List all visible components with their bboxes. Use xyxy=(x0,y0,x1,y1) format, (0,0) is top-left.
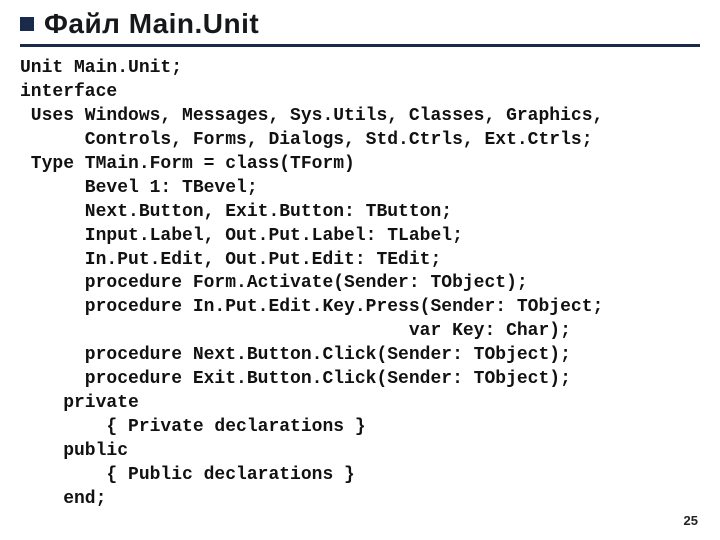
code-line: procedure Form.Activate(Sender: TObject)… xyxy=(20,273,528,293)
code-line: procedure Exit.Button.Click(Sender: TObj… xyxy=(20,369,571,389)
code-line: private xyxy=(20,393,139,413)
code-line: procedure In.Put.Edit.Key.Press(Sender: … xyxy=(20,297,603,317)
title-bullet-icon xyxy=(20,17,34,31)
slide-page: Файл Main.Unit Unit Main.Unit; interface… xyxy=(0,0,720,512)
code-line: { Private declarations } xyxy=(20,417,366,437)
code-line: interface xyxy=(20,82,117,102)
title-underline xyxy=(20,44,700,47)
code-line: var Key: Char); xyxy=(20,321,571,341)
code-line: Controls, Forms, Dialogs, Std.Ctrls, Ext… xyxy=(20,130,593,150)
code-line: Unit Main.Unit; xyxy=(20,58,182,78)
code-line: Bevel 1: TBevel; xyxy=(20,178,258,198)
code-line: procedure Next.Button.Click(Sender: TObj… xyxy=(20,345,571,365)
page-title: Файл Main.Unit xyxy=(44,8,259,40)
code-line: { Public declarations } xyxy=(20,465,355,485)
code-line: Uses Windows, Messages, Sys.Utils, Class… xyxy=(20,106,603,126)
code-line: Input.Label, Out.Put.Label: TLabel; xyxy=(20,226,463,246)
title-row: Файл Main.Unit xyxy=(20,8,700,40)
code-line: Type TMain.Form = class(TForm) xyxy=(20,154,355,174)
code-line: Next.Button, Exit.Button: TButton; xyxy=(20,202,452,222)
code-line: end; xyxy=(20,489,106,509)
code-block: Unit Main.Unit; interface Uses Windows, … xyxy=(20,57,700,512)
page-number: 25 xyxy=(684,513,698,528)
code-line: In.Put.Edit, Out.Put.Edit: TEdit; xyxy=(20,250,441,270)
code-line: public xyxy=(20,441,128,461)
